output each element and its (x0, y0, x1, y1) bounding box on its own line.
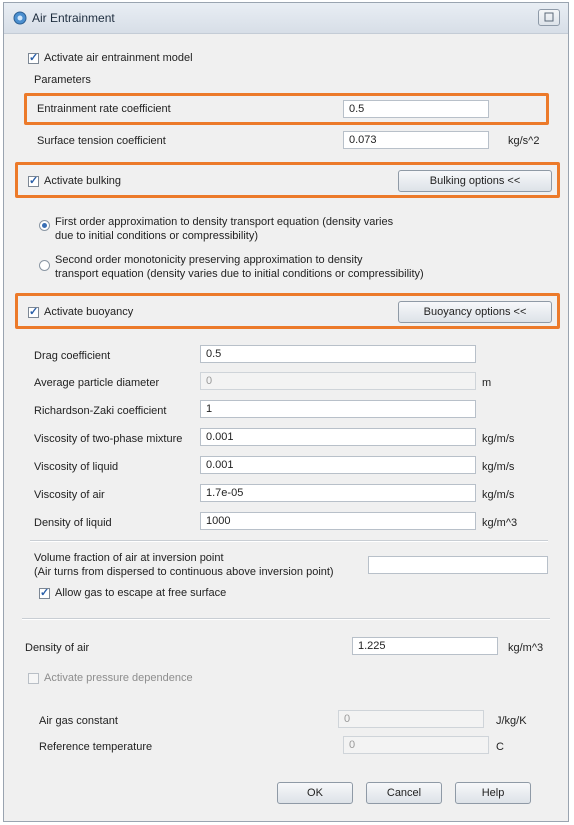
app-icon (13, 11, 27, 25)
buoyancy-options-button[interactable]: Buoyancy options << (398, 301, 552, 323)
viscosity-air-unit: kg/m/s (482, 489, 515, 501)
separator (30, 540, 548, 542)
density-liquid-input[interactable]: 1000 (200, 512, 476, 530)
reference-temperature-input[interactable]: 0 (343, 736, 489, 754)
pressure-dependence-checkbox[interactable] (28, 673, 39, 684)
window-title: Air Entrainment (32, 11, 115, 25)
second-order-radio[interactable] (39, 260, 50, 271)
first-order-radio[interactable] (39, 220, 50, 231)
density-air-input[interactable]: 1.225 (352, 637, 498, 655)
viscosity-liquid-unit: kg/m/s (482, 461, 515, 473)
activate-model-checkbox[interactable] (28, 51, 39, 64)
ok-button[interactable]: OK (277, 782, 353, 804)
density-air-label: Density of air (25, 642, 90, 654)
title-bar: Air Entrainment (4, 3, 568, 34)
activate-buoyancy-checkbox[interactable] (28, 305, 39, 318)
viscosity-mixture-label: Viscosity of two-phase mixture (34, 433, 183, 445)
density-air-unit: kg/m^3 (508, 642, 544, 654)
volume-fraction-line1: Volume fraction of air at inversion poin… (34, 552, 224, 564)
viscosity-mixture-unit: kg/m/s (482, 433, 515, 445)
viscosity-liquid-input[interactable]: 0.001 (200, 456, 476, 474)
separator (22, 618, 550, 620)
second-order-line1: Second order monotonicity preserving app… (55, 254, 363, 266)
entrainment-rate-label: Entrainment rate coefficient (37, 103, 171, 115)
drag-coefficient-label: Drag coefficient (34, 350, 111, 362)
close-button[interactable] (538, 9, 560, 26)
parameters-heading: Parameters (34, 74, 91, 86)
density-liquid-unit: kg/m^3 (482, 517, 518, 529)
particle-diameter-label: Average particle diameter (34, 377, 160, 389)
cancel-button[interactable]: Cancel (366, 782, 442, 804)
allow-escape-checkbox[interactable] (39, 586, 50, 599)
volume-fraction-input[interactable] (368, 556, 548, 574)
viscosity-air-label: Viscosity of air (34, 489, 105, 501)
first-order-line1: First order approximation to density tra… (55, 216, 394, 228)
viscosity-air-input[interactable]: 1.7e-05 (200, 484, 476, 502)
activate-buoyancy-label: Activate buoyancy (44, 306, 134, 318)
richardson-zaki-input[interactable]: 1 (200, 400, 476, 418)
activate-bulking-checkbox[interactable] (28, 174, 39, 187)
bulking-options-button[interactable]: Bulking options << (398, 170, 552, 192)
surface-tension-input[interactable]: 0.073 (343, 131, 489, 149)
particle-diameter-input[interactable]: 0 (200, 372, 476, 390)
help-button[interactable]: Help (455, 782, 531, 804)
gas-constant-label: Air gas constant (39, 715, 118, 727)
particle-diameter-unit: m (482, 377, 492, 389)
viscosity-liquid-label: Viscosity of liquid (34, 461, 119, 473)
pressure-dependence-label: Activate pressure dependence (44, 672, 193, 684)
activate-model-label: Activate air entrainment model (44, 52, 193, 64)
surface-tension-label: Surface tension coefficient (37, 135, 166, 147)
drag-coefficient-input[interactable]: 0.5 (200, 345, 476, 363)
gas-constant-input[interactable]: 0 (338, 710, 484, 728)
first-order-line2: due to initial conditions or compressibi… (55, 230, 258, 242)
reference-temperature-label: Reference temperature (39, 741, 153, 753)
surface-tension-unit: kg/s^2 (508, 135, 540, 147)
volume-fraction-line2: (Air turns from dispersed to continuous … (34, 566, 334, 578)
activate-bulking-label: Activate bulking (44, 175, 122, 187)
richardson-zaki-label: Richardson-Zaki coefficient (34, 405, 167, 417)
density-liquid-label: Density of liquid (34, 517, 112, 529)
viscosity-mixture-input[interactable]: 0.001 (200, 428, 476, 446)
gas-constant-unit: J/kg/K (496, 715, 527, 727)
second-order-line2: transport equation (density varies due t… (55, 268, 424, 280)
entrainment-rate-input[interactable]: 0.5 (343, 100, 489, 118)
close-icon (544, 12, 554, 22)
reference-temperature-unit: C (496, 741, 504, 753)
allow-escape-label: Allow gas to escape at free surface (55, 587, 227, 599)
